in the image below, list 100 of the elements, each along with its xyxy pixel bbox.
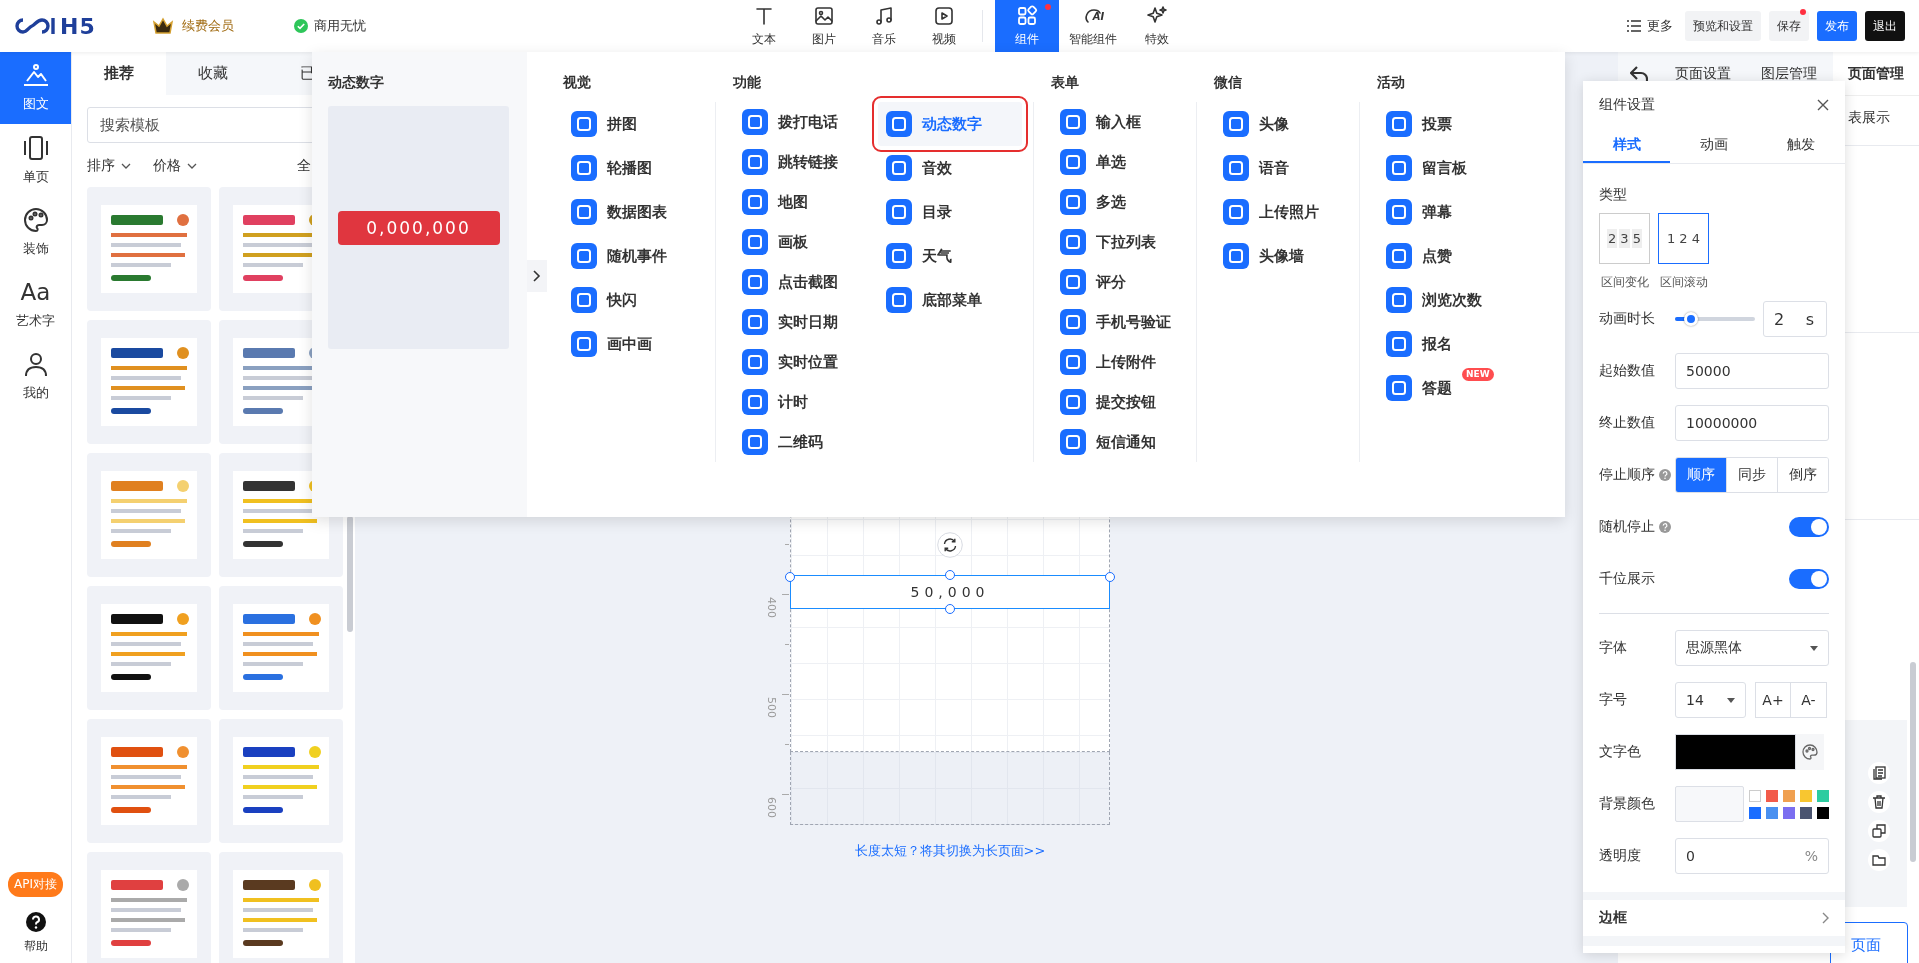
expand-button[interactable] [527,260,547,292]
segment-button[interactable]: 倒序 [1777,458,1828,492]
component-item[interactable]: 上传附件 [1052,342,1196,382]
sidebar-tab[interactable]: 我的 [0,340,71,412]
toolbar-tab[interactable]: 图片 [794,0,854,52]
component-item[interactable]: 随机事件 [563,234,707,278]
border-section[interactable]: 边框 [1583,892,1845,946]
component-item[interactable]: 底部菜单 [878,278,1022,322]
color-swatch[interactable] [1675,786,1744,822]
component-item[interactable]: 拼图 [563,102,707,146]
color-chip[interactable] [1817,806,1829,819]
more-button[interactable]: 更多 [1622,11,1677,41]
toolbar-tab[interactable]: 文本 [734,0,794,52]
preview-button[interactable]: 预览和设置 [1685,11,1761,41]
color-chip[interactable] [1800,806,1812,819]
scrollbar[interactable] [1910,662,1916,862]
component-item[interactable]: 手机号验证 [1052,302,1196,342]
component-item[interactable]: 实时日期 [734,302,878,342]
opacity-field[interactable]: 0 % [1675,838,1829,874]
number-field[interactable]: 10000000 [1675,405,1829,441]
filter-dropdown[interactable]: 价格 [153,157,197,175]
filter-dropdown[interactable]: 排序 [87,157,131,175]
component-item[interactable]: 地图 [734,182,878,222]
help-button[interactable]: 帮助 [23,911,48,955]
toolbar-tab[interactable]: 特效 [1127,0,1187,52]
toggle-switch[interactable] [1789,517,1829,537]
sidebar-tab[interactable]: Aa 艺术字 [0,268,71,340]
component-item[interactable]: 头像 [1215,102,1359,146]
component-item[interactable]: 拨打电话 [734,102,878,142]
resize-handle[interactable] [785,572,795,582]
component-item[interactable]: 上传照片 [1215,190,1359,234]
settings-tab[interactable]: 触发 [1757,129,1845,163]
color-chip[interactable] [1817,789,1829,802]
number-element[interactable]: 50,000 [790,575,1110,609]
filter-label[interactable]: 全 [297,157,311,175]
number-field[interactable]: 50000 [1675,353,1829,389]
color-chip[interactable] [1783,789,1795,802]
member-link[interactable]: 续费会员 [182,17,234,35]
panel-tab[interactable]: 推荐 [72,52,167,95]
component-item[interactable]: 语音 [1215,146,1359,190]
component-item[interactable]: 留言板 [1378,146,1522,190]
type-option[interactable]: 2 3 5 [1599,213,1650,264]
component-item[interactable]: 评分 [1052,262,1196,302]
component-item[interactable]: 轮播图 [563,146,707,190]
component-item[interactable]: 画板 [734,222,878,262]
segment-button[interactable]: 顺序 [1676,458,1726,492]
component-item[interactable]: 单选 [1052,142,1196,182]
component-item[interactable]: 头像墙 [1215,234,1359,278]
component-item[interactable]: 答题 NEW [1378,366,1522,410]
scrollbar[interactable] [347,516,353,632]
component-item[interactable]: 音效 [878,146,1022,190]
component-item[interactable]: 二维码 [734,422,878,462]
long-page-link[interactable]: 长度太短？将其切换为长页面>> [790,842,1110,860]
component-item[interactable]: 计时 [734,382,878,422]
toolbar-tab[interactable]: 视频 [914,0,974,52]
palette-button[interactable] [1796,734,1824,770]
component-item[interactable]: 短信通知 [1052,422,1196,462]
component-item[interactable]: 跳转链接 [734,142,878,182]
component-item[interactable]: 报名 [1378,322,1522,366]
component-item[interactable]: 多选 [1052,182,1196,222]
component-item[interactable]: 提交按钮 [1052,382,1196,422]
font-size-button[interactable]: A+ [1755,682,1791,718]
publish-button[interactable]: 发布 [1817,11,1857,41]
color-chip[interactable] [1766,806,1778,819]
toolbar-tab[interactable]: AI 智能组件 [1059,0,1127,52]
component-item[interactable]: 天气 [878,234,1022,278]
type-option[interactable]: 1 2 4 [1658,213,1709,264]
color-chip[interactable] [1766,789,1778,802]
resize-handle[interactable] [945,570,955,580]
color-chip[interactable] [1749,806,1761,819]
toolbar-tab[interactable]: 音乐 [854,0,914,52]
color-chip[interactable] [1783,806,1795,819]
save-button[interactable]: 保存 [1769,11,1809,41]
resize-handle[interactable] [1105,572,1115,582]
component-item[interactable]: 浏览次数 [1378,278,1522,322]
component-item[interactable]: 数据图表 [563,190,707,234]
component-item[interactable]: 点赞 [1378,234,1522,278]
sidebar-tab[interactable]: 装饰 [0,196,71,268]
component-item[interactable]: 实时位置 [734,342,878,382]
color-swatch[interactable] [1675,734,1796,770]
sidebar-tab[interactable]: 单页 [0,124,71,196]
component-item[interactable]: 投票 [1378,102,1522,146]
font-size-button[interactable]: A- [1791,682,1827,718]
component-item[interactable]: 输入框 [1052,102,1196,142]
settings-tab[interactable]: 样式 [1583,129,1671,163]
exit-button[interactable]: 退出 [1865,11,1905,41]
component-item[interactable]: 快闪 [563,278,707,322]
component-item[interactable]: 下拉列表 [1052,222,1196,262]
settings-tab[interactable]: 动画 [1670,129,1758,163]
slider-thumb[interactable] [1684,312,1698,326]
resize-handle[interactable] [945,604,955,614]
toggle-switch[interactable] [1789,569,1829,589]
panel-tab[interactable]: 收藏 [166,52,261,95]
component-item[interactable]: 弹幕 [1378,190,1522,234]
toolbar-tab[interactable]: 组件 [995,0,1059,52]
close-button[interactable] [1817,99,1829,111]
font-select[interactable]: 思源黑体 [1675,630,1829,666]
size-select[interactable]: 14 [1675,682,1746,718]
component-item[interactable]: 目录 [878,190,1022,234]
duration-field[interactable]: 2 s [1763,301,1827,337]
